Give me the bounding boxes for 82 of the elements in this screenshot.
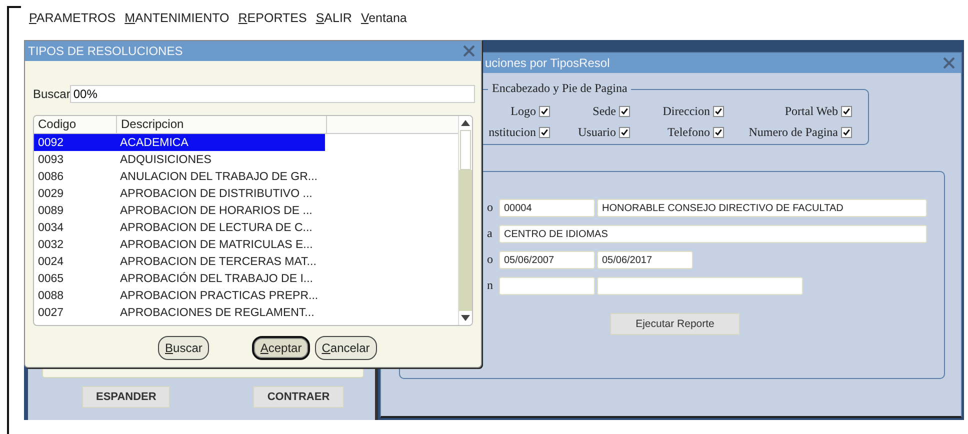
field-label: a bbox=[487, 226, 494, 241]
list-row[interactable]: 0088 APROBACION PRACTICAS PREPR... bbox=[34, 287, 325, 304]
table-cell-text: ACADEMICA bbox=[119, 136, 190, 148]
checkbox-label: Direccion bbox=[662, 104, 710, 119]
checkbox-label: Usuario bbox=[578, 125, 616, 140]
table-cell-text: 0065 bbox=[37, 272, 65, 284]
table-cell-text: APROBACION DE MATRICULAS E... bbox=[119, 238, 314, 250]
dialog-title: TIPOS DE RESOLUCIONES bbox=[28, 44, 183, 58]
list-row[interactable]: 0024 APROBACION DE TERCERAS MAT... bbox=[34, 253, 325, 270]
form-button[interactable]: ESPANDER bbox=[82, 386, 170, 408]
form-button[interactable]: CONTRAER bbox=[253, 386, 344, 408]
list-row[interactable]: 0029 APROBACION DE DISTRIBUTIVO ... bbox=[34, 185, 325, 202]
column-header[interactable]: Codigo bbox=[34, 116, 117, 133]
table-cell-text: 0088 bbox=[37, 290, 65, 302]
scroll-thumb[interactable] bbox=[460, 130, 471, 170]
input-field[interactable]: HONORABLE CONSEJO DIRECTIVO DE FACULTAD bbox=[597, 198, 927, 216]
list-row[interactable]: 0092 ACADEMICA bbox=[34, 134, 325, 151]
list-row[interactable]: 0027 APROBACIONES DE REGLAMENT... bbox=[34, 304, 325, 321]
field-label: o bbox=[487, 200, 494, 215]
checkbox-label: Telefono bbox=[668, 125, 710, 140]
table-cell-text: ADQUISICIONES bbox=[119, 154, 212, 166]
window-title: uciones por TiposResol bbox=[485, 56, 610, 70]
dialog-button[interactable]: Cancelar bbox=[314, 336, 377, 360]
input-field[interactable]: CENTRO DE IDIOMAS bbox=[499, 224, 927, 242]
input-field[interactable] bbox=[597, 276, 803, 294]
menu-item[interactable]: Ventana bbox=[360, 11, 407, 25]
checkbox[interactable] bbox=[841, 106, 852, 117]
checkbox-label: Sede bbox=[592, 104, 616, 119]
table-cell-text: APROBACIONES DE REGLAMENT... bbox=[119, 306, 316, 318]
table-cell-text: 0024 bbox=[37, 256, 65, 268]
dialog-button[interactable]: Buscar bbox=[158, 336, 210, 360]
field-label: n bbox=[487, 278, 494, 293]
checkbox[interactable] bbox=[539, 127, 550, 138]
run-report-button[interactable]: Ejecutar Reporte bbox=[610, 313, 740, 335]
list-row[interactable]: 0086 ANULACION DEL TRABAJO DE GR... bbox=[34, 168, 325, 185]
input-field[interactable] bbox=[499, 276, 595, 294]
table-cell-text: APROBACION DE HORARIOS DE ... bbox=[119, 204, 314, 216]
menu-item[interactable]: SALIR bbox=[316, 11, 352, 25]
table-cell-text: APROBACION DE TERCERAS MAT... bbox=[119, 256, 318, 268]
table-cell-text: APROBACION PRACTICAS PREPR... bbox=[119, 290, 320, 302]
checkbox[interactable] bbox=[713, 106, 724, 117]
search-field[interactable]: 00% bbox=[70, 85, 475, 103]
menu-item[interactable]: MANTENIMIENTO bbox=[124, 11, 230, 25]
vertical-scrollbar[interactable] bbox=[458, 116, 472, 325]
checkbox-label: Portal Web bbox=[784, 104, 838, 119]
table-cell-text: 0093 bbox=[37, 154, 65, 166]
scroll-up-icon[interactable] bbox=[461, 120, 470, 126]
input-field[interactable]: 05/06/2007 bbox=[499, 250, 595, 268]
input-field[interactable]: 05/06/2017 bbox=[597, 250, 693, 268]
field-label: o bbox=[487, 252, 494, 267]
list-row[interactable]: 0093 ADQUISICIONES bbox=[34, 151, 325, 168]
table-cell-text: 0029 bbox=[37, 188, 65, 200]
list-row[interactable]: 0032 APROBACION DE MATRICULAS E... bbox=[34, 236, 325, 253]
column-header[interactable]: Descripcion bbox=[117, 116, 327, 133]
checkbox[interactable] bbox=[713, 127, 724, 138]
input-field[interactable]: 00004 bbox=[499, 198, 595, 216]
list-row[interactable]: 0065 APROBACIÓN DEL TRABAJO DE I... bbox=[34, 270, 325, 287]
group-title: Encabezado y Pie de Pagina bbox=[488, 81, 632, 96]
table-cell-text: APROBACION DE DISTRIBUTIVO ... bbox=[119, 188, 314, 200]
table-cell-text: APROBACION DE LECTURA DE C... bbox=[119, 222, 314, 234]
checkbox-label: Logo bbox=[510, 104, 536, 119]
checkbox[interactable] bbox=[841, 127, 852, 138]
table-cell-text: 0086 bbox=[37, 170, 65, 182]
scroll-down-icon[interactable] bbox=[461, 315, 470, 321]
table-cell-text: 0089 bbox=[37, 204, 65, 216]
table-cell-text: ANULACION DEL TRABAJO DE GR... bbox=[119, 170, 318, 182]
table-cell-text: 0034 bbox=[37, 222, 65, 234]
checkbox[interactable] bbox=[619, 106, 630, 117]
table-cell-text: 0032 bbox=[37, 238, 65, 250]
table-cell-text: 0027 bbox=[37, 306, 65, 318]
menu-item[interactable]: REPORTES bbox=[238, 11, 307, 25]
checkbox[interactable] bbox=[539, 106, 550, 117]
menu-item[interactable]: PARAMETROS bbox=[29, 11, 116, 25]
checkbox-label: Numero de Pagina bbox=[748, 125, 838, 140]
list-row[interactable]: 0034 APROBACION DE LECTURA DE C... bbox=[34, 219, 325, 236]
table-cell-text: APROBACIÓN DEL TRABAJO DE I... bbox=[119, 272, 314, 284]
table-cell-text: 0092 bbox=[37, 136, 65, 148]
search-label: Buscar bbox=[33, 87, 70, 101]
list-row[interactable]: 0089 APROBACION DE HORARIOS DE ... bbox=[34, 202, 325, 219]
dialog-button[interactable]: Aceptar bbox=[252, 336, 310, 360]
checkbox-label: nstitucion bbox=[488, 125, 536, 140]
checkbox[interactable] bbox=[619, 127, 630, 138]
